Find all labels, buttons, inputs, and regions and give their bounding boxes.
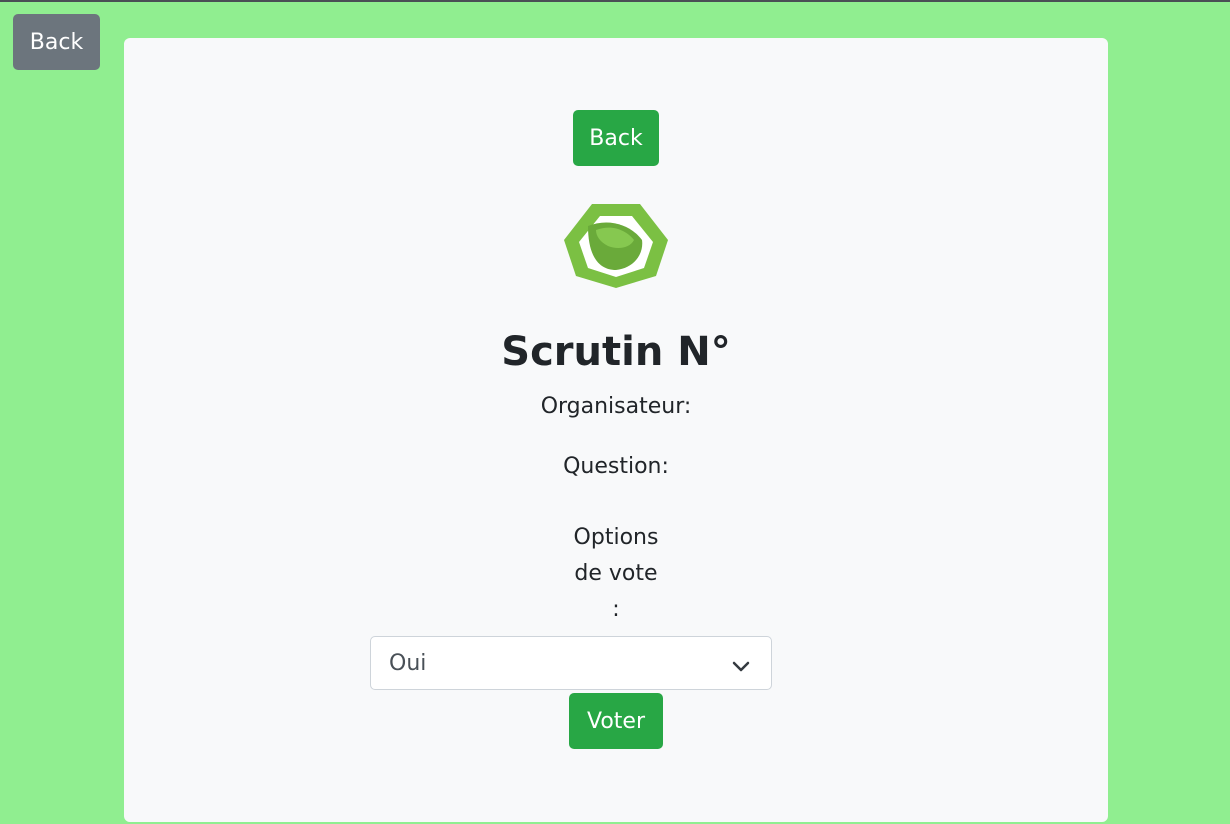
selected-option: Oui bbox=[389, 650, 427, 676]
options-label-line: : bbox=[612, 597, 620, 622]
ballot-card: Back Scrutin N° Organisateur: Question: … bbox=[124, 38, 1108, 822]
options-label-line: Options bbox=[573, 525, 659, 550]
page-title: Scrutin N° bbox=[501, 329, 731, 375]
organisateur-label: Organisateur: bbox=[540, 394, 692, 419]
question-label: Question: bbox=[563, 454, 669, 479]
options-label: Options de vote : bbox=[566, 520, 666, 628]
chevron-down-icon bbox=[731, 655, 751, 672]
vote-button[interactable]: Voter bbox=[569, 693, 663, 749]
card-back-button[interactable]: Back bbox=[573, 110, 659, 166]
vote-option-select[interactable]: Oui bbox=[370, 636, 772, 690]
back-button[interactable]: Back bbox=[13, 14, 100, 70]
leaf-logo-icon bbox=[560, 200, 672, 290]
options-label-line: de vote bbox=[574, 561, 658, 586]
